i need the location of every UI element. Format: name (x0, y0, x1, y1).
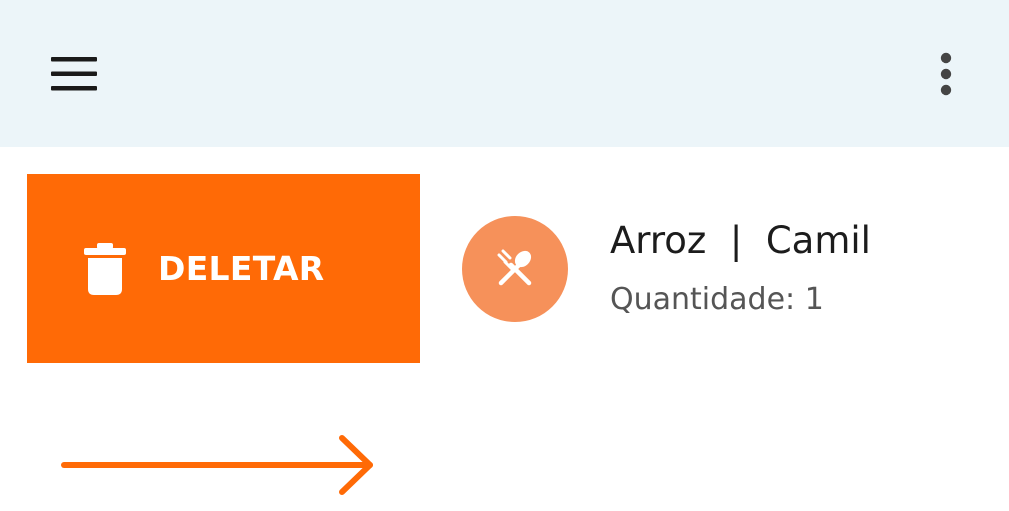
top-app-bar (0, 0, 1009, 147)
cutlery-icon (497, 249, 532, 286)
arrow-right-icon (61, 435, 373, 495)
menu-button[interactable] (38, 46, 110, 102)
overflow-menu-button[interactable] (920, 44, 972, 104)
item-avatar (462, 216, 568, 322)
delete-label: DELETAR (158, 249, 325, 288)
more-vert-icon (940, 52, 952, 96)
trash-icon (84, 243, 126, 295)
hamburger-menu-icon (51, 57, 97, 91)
item-quantity: Quantidade: 1 (610, 282, 824, 317)
item-title: Arroz | Camil (610, 219, 871, 262)
app-screen: DELETAR Arroz | Camil Quantidade: 1 (0, 0, 1009, 511)
